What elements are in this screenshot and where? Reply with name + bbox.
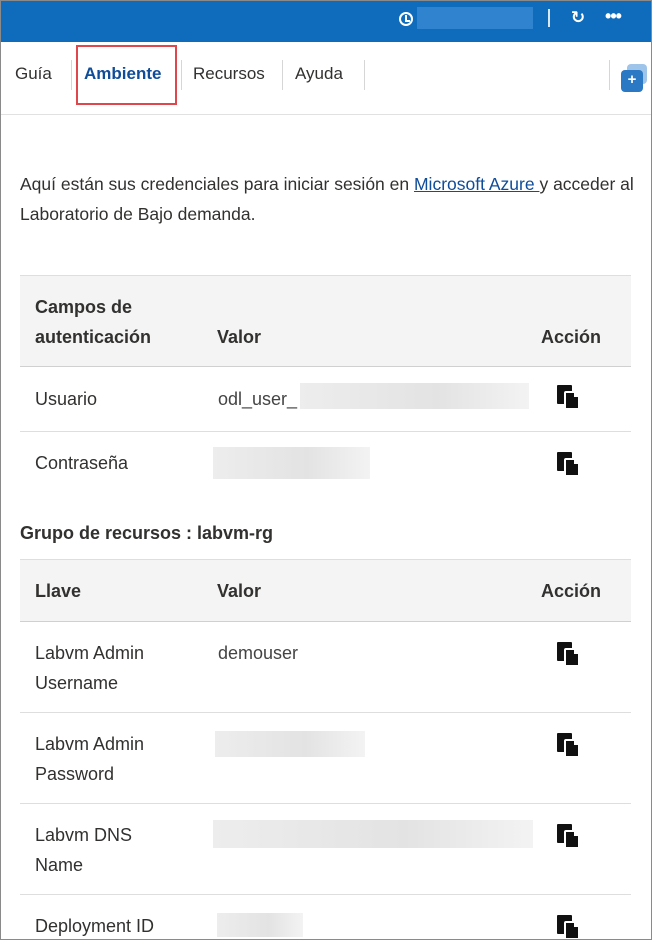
row-field-label: Usuario [35,389,98,409]
tab-recursos[interactable]: Recursos [193,62,265,86]
clock-icon [399,12,413,26]
header-key: Llave [35,581,82,601]
row-value: demouser [218,643,299,663]
active-tab-highlight [76,45,177,105]
intro-text-before: Aquí están sus credenciales para iniciar… [20,174,414,194]
table-row: Usuario odl_user_ [20,367,631,432]
redacted-username [300,383,529,409]
tab-separator [609,60,610,90]
table-row: Contraseña [20,432,631,497]
header-action: Acción [541,327,602,347]
tab-separator [282,60,283,90]
resource-table-header: Llave Valor Acción [20,559,631,622]
header-action: Acción [541,581,602,601]
table-row: Labvm Admin Password [20,713,631,804]
copy-icon[interactable] [557,915,581,939]
tab-ayuda[interactable]: Ayuda [295,62,343,86]
copy-icon[interactable] [557,452,581,478]
header-value: Valor [217,581,262,601]
header-value: Valor [217,327,262,347]
more-icon[interactable]: ••• [602,7,624,25]
redacted-deployment-id [217,913,303,937]
redacted-dns-name [213,820,533,848]
copy-icon[interactable] [557,733,581,759]
top-bar: ↻ ••• [1,1,651,42]
tab-separator [71,60,72,90]
tab-guia[interactable]: Guía [15,62,52,86]
table-row: Deployment ID [20,895,631,939]
copy-icon[interactable] [557,642,581,668]
row-key-label: Labvm DNS Name [35,825,133,875]
resource-table: Llave Valor Acción Labvm Admin Username … [20,559,631,939]
row-key-label: Labvm Admin Username [35,643,145,693]
app-frame: ↻ ••• Guía Ambiente Recursos Ayuda + Aqu… [0,0,652,940]
auth-table-header: Campos de autenticación Valor Acción [20,275,631,367]
tab-separator [364,60,365,90]
row-field-label: Contraseña [35,453,129,473]
row-key-label: Labvm Admin Password [35,734,145,784]
redacted-password [213,447,370,479]
azure-link[interactable]: Microsoft Azure [414,174,539,194]
resource-group-title: Grupo de recursos : labvm-rg [20,523,274,543]
auth-table: Campos de autenticación Valor Acción Usu… [20,275,631,497]
top-bar-divider [548,9,550,27]
refresh-icon[interactable]: ↻ [569,9,587,27]
copy-icon[interactable] [557,824,581,850]
table-row: Labvm Admin Username demouser [20,622,631,713]
header-auth-fields: Campos de autenticación [35,297,152,347]
row-key-label: Deployment ID [35,916,155,936]
row-value: odl_user_ [218,389,298,409]
timer-value-redacted [417,7,533,29]
tab-bar: Guía Ambiente Recursos Ayuda + [1,42,651,115]
tab-separator [181,60,182,90]
table-row: Labvm DNS Name [20,804,631,895]
redacted-admin-password [215,731,365,757]
intro-text: Aquí están sus credenciales para iniciar… [20,169,640,229]
add-window-icon[interactable]: + [621,70,643,92]
copy-icon[interactable] [557,385,581,411]
